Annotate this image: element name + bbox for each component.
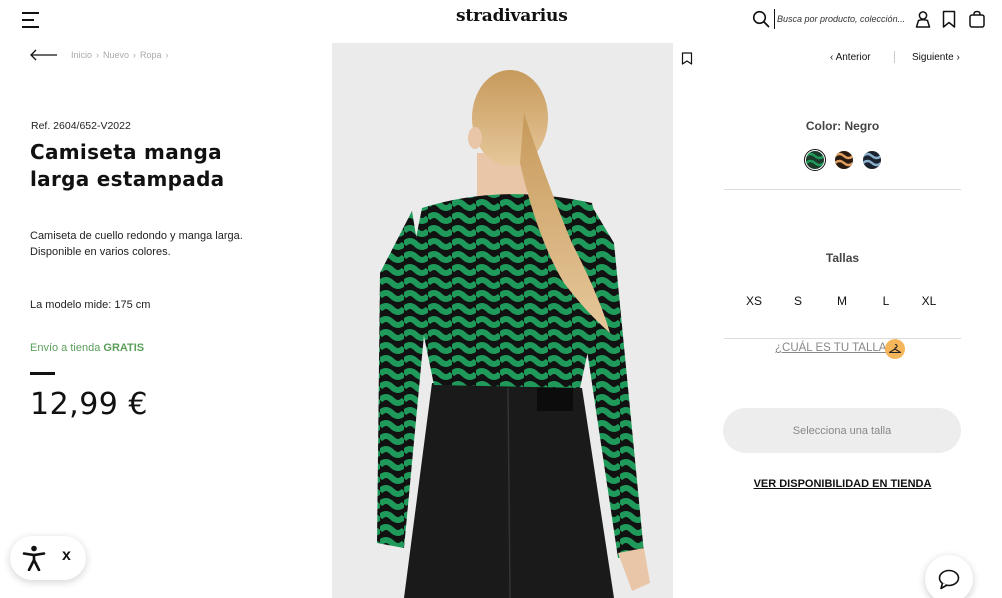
product-photo-illustration <box>332 43 673 598</box>
product-price: 12,99 € <box>30 387 149 422</box>
select-size-button[interactable]: Selecciona una talla <box>723 408 961 453</box>
description-line-2: Disponible en varios colores. <box>30 246 171 258</box>
previous-label: Anterior <box>835 52 871 63</box>
breadcrumb-separator: › <box>96 50 100 60</box>
color-swatch-orange[interactable] <box>835 151 853 169</box>
chevron-left-icon: ‹ <box>830 52 834 63</box>
sizes-label: Tallas <box>825 251 860 265</box>
product-title: Camiseta manga larga estampada <box>30 139 290 193</box>
breadcrumb-item-ropa[interactable]: Ropa <box>140 50 162 60</box>
size-option-l[interactable]: L <box>871 294 901 308</box>
product-image[interactable] <box>332 43 673 598</box>
previous-product-link[interactable]: ‹ Anterior <box>830 52 871 63</box>
back-arrow-icon[interactable] <box>30 49 58 61</box>
product-title-line-1: Camiseta manga <box>30 140 222 164</box>
header: stradivarius <box>0 0 1002 40</box>
price-divider <box>30 372 55 375</box>
color-swatch-green[interactable] <box>806 151 824 169</box>
next-label: Siguiente <box>912 52 954 63</box>
search-icon[interactable] <box>752 10 770 28</box>
accessibility-icon[interactable] <box>22 545 46 571</box>
size-option-m[interactable]: M <box>827 294 857 308</box>
shopping-bag-icon[interactable] <box>968 10 986 28</box>
shipping-info: Envío a tienda GRATIS <box>30 342 144 354</box>
breadcrumb-separator: › <box>133 50 137 60</box>
description-line-1: Camiseta de cuello redondo y manga larga… <box>30 230 243 242</box>
size-option-s[interactable]: S <box>783 294 813 308</box>
product-title-line-2: larga estampada <box>30 167 225 191</box>
wishlist-bookmark-icon[interactable] <box>681 52 693 65</box>
store-availability-link[interactable]: VER DISPONIBILIDAD EN TIENDA <box>724 478 961 490</box>
divider <box>724 189 961 190</box>
nav-separator <box>894 51 895 63</box>
brand-logo[interactable]: stradivarius <box>456 6 568 26</box>
search-input[interactable] <box>774 9 904 29</box>
hanger-icon[interactable] <box>885 339 905 359</box>
size-option-xs[interactable]: XS <box>739 294 769 308</box>
breadcrumb-separator: › <box>165 50 169 60</box>
breadcrumb-item-nuevo[interactable]: Nuevo <box>103 50 129 60</box>
accessibility-widget: x <box>10 536 86 580</box>
next-product-link[interactable]: Siguiente › <box>912 52 960 63</box>
close-accessibility-button[interactable]: x <box>62 547 71 565</box>
bookmark-icon[interactable] <box>940 10 958 28</box>
size-guide-link[interactable]: ¿CUÁL ES TU TALLA? <box>775 342 893 354</box>
chat-bubble-icon <box>938 569 960 590</box>
color-swatch-blue[interactable] <box>863 151 881 169</box>
color-label: Color: Negro <box>805 119 880 133</box>
model-height-info: La modelo mide: 175 cm <box>30 299 151 311</box>
chevron-right-icon: › <box>956 52 960 63</box>
size-option-xl[interactable]: XL <box>914 294 944 308</box>
breadcrumb-item-inicio[interactable]: Inicio <box>71 50 92 60</box>
menu-icon[interactable] <box>22 12 40 28</box>
chat-button[interactable] <box>925 555 973 598</box>
shipping-free-label: GRATIS <box>103 342 145 354</box>
breadcrumb: Inicio › Nuevo › Ropa › <box>71 50 169 60</box>
user-icon[interactable] <box>914 10 932 28</box>
product-description: Camiseta de cuello redondo y manga larga… <box>30 228 280 260</box>
product-reference: Ref. 2604/652-V2022 <box>31 120 131 132</box>
shipping-prefix: Envío a tienda <box>30 342 101 354</box>
divider <box>724 338 961 339</box>
